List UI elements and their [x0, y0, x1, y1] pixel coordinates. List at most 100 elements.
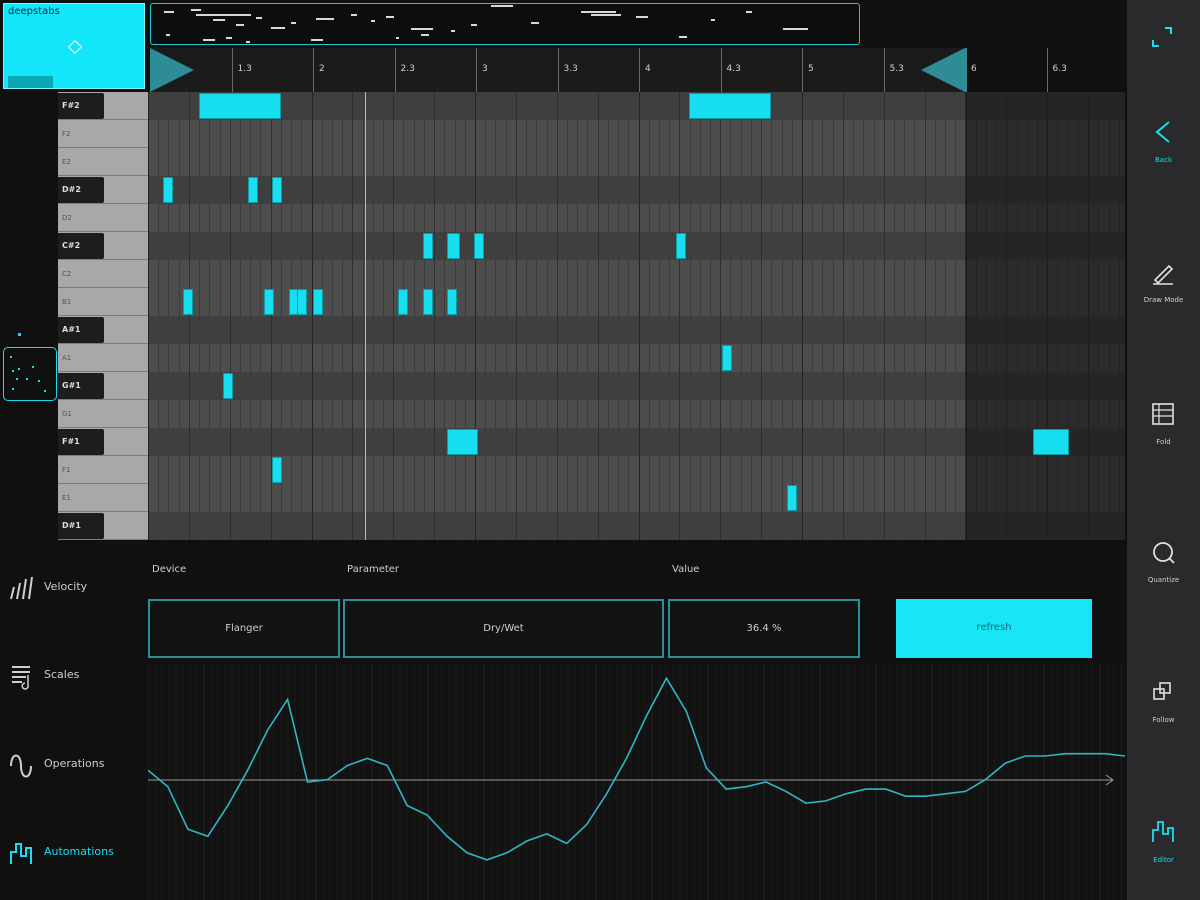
midi-note[interactable]	[447, 429, 478, 455]
ruler-label: 2.3	[400, 64, 415, 74]
note-grid[interactable]	[148, 92, 1125, 540]
grid-line	[771, 92, 772, 540]
menu-item-label: Scales	[44, 668, 80, 681]
parameter-select[interactable]: Dry/Wet	[343, 599, 664, 658]
midi-note[interactable]	[423, 233, 433, 259]
black-key-label: G#1	[62, 381, 81, 390]
piano-key[interactable]	[58, 288, 148, 316]
outside-loop-shade	[965, 92, 1125, 540]
grid-line	[679, 92, 680, 540]
grid-line	[148, 92, 149, 540]
midi-note[interactable]	[447, 289, 457, 315]
black-key[interactable]: D#2	[58, 177, 104, 203]
grid-line	[455, 92, 456, 540]
piano-key[interactable]	[58, 484, 148, 512]
grid-line	[475, 92, 476, 540]
refresh-button[interactable]: refresh	[896, 599, 1092, 658]
white-key-label: C2	[62, 270, 72, 278]
midi-note[interactable]	[163, 177, 173, 203]
grid-line	[863, 92, 864, 540]
grid-line	[383, 92, 384, 540]
automation-lane[interactable]	[148, 664, 1125, 900]
midi-note[interactable]	[183, 289, 193, 315]
menu-item-automations[interactable]: Automations	[8, 838, 148, 868]
midi-note[interactable]	[689, 93, 771, 119]
grid-line	[720, 92, 721, 540]
sidebar-editor-button[interactable]: Editor	[1127, 808, 1200, 888]
piano-key[interactable]	[58, 344, 148, 372]
playhead[interactable]	[365, 92, 366, 540]
clip-overview[interactable]	[150, 3, 860, 45]
sidebar-back-arrow-button[interactable]: Back	[1127, 108, 1200, 188]
black-key[interactable]: D#1	[58, 513, 104, 539]
value-field[interactable]: 36.4 %	[668, 599, 860, 658]
midi-note[interactable]	[313, 289, 323, 315]
midi-note[interactable]	[447, 233, 460, 259]
expand-icon	[1152, 27, 1172, 47]
midi-note[interactable]	[264, 289, 274, 315]
grid-line	[332, 92, 333, 540]
grid-line	[751, 92, 752, 540]
sidebar-expand-button[interactable]	[1127, 14, 1200, 94]
piano-key[interactable]	[58, 120, 148, 148]
piano-keyboard[interactable]: F2 E2 D2 C2 B1 A1 G1 F1 E1 F#2 D#2 C#2 A#1 G#1 F#1 D#1	[58, 92, 148, 540]
midi-note[interactable]	[722, 345, 732, 371]
white-key-label: D2	[62, 214, 72, 222]
midi-note[interactable]	[1033, 429, 1069, 455]
midi-note[interactable]	[272, 177, 282, 203]
mini-map[interactable]	[3, 347, 57, 401]
midi-note[interactable]	[248, 177, 258, 203]
midi-note[interactable]	[787, 485, 797, 511]
grid-line	[465, 92, 466, 540]
midi-note[interactable]	[676, 233, 686, 259]
midi-note[interactable]	[474, 233, 484, 259]
sidebar-pencil-button[interactable]: Draw Mode	[1127, 248, 1200, 328]
mini-map-top-dot	[18, 333, 21, 336]
grid-line	[639, 92, 640, 540]
midi-note[interactable]	[398, 289, 408, 315]
device-select[interactable]: Flanger	[148, 599, 340, 658]
clip-thumbnail[interactable]: deepstabs	[3, 3, 145, 89]
grid-line	[158, 92, 159, 540]
midi-note[interactable]	[423, 289, 433, 315]
black-key[interactable]: F#2	[58, 93, 104, 119]
scales-icon	[12, 666, 30, 690]
black-key-label: F#2	[62, 101, 80, 110]
menu-item-scales[interactable]: Scales	[8, 661, 148, 691]
grid-line	[403, 92, 404, 540]
piano-key[interactable]	[58, 260, 148, 288]
black-key[interactable]: A#1	[58, 317, 104, 343]
black-key[interactable]: F#1	[58, 429, 104, 455]
ruler-tick	[720, 48, 722, 92]
ruler-label: 6.3	[1052, 64, 1067, 74]
grid-line	[424, 92, 425, 540]
grid-line	[904, 92, 905, 540]
midi-note[interactable]	[223, 373, 233, 399]
menu-item-velocity[interactable]: Velocity	[8, 573, 148, 603]
grid-line	[874, 92, 875, 540]
menu-item-operations[interactable]: Operations	[8, 750, 148, 780]
grid-line	[342, 92, 343, 540]
black-key[interactable]: G#1	[58, 373, 104, 399]
piano-key[interactable]	[58, 148, 148, 176]
right-sidebar: Back Draw Mode Fold Quantize Follow Editor	[1127, 0, 1200, 900]
midi-note[interactable]	[199, 93, 281, 119]
grid-line	[945, 92, 946, 540]
grid-line	[598, 92, 599, 540]
grid-line	[577, 92, 578, 540]
operations-icon	[10, 754, 32, 778]
midi-note[interactable]	[297, 289, 307, 315]
black-key[interactable]: C#2	[58, 233, 104, 259]
grid-line	[506, 92, 507, 540]
piano-key[interactable]	[58, 456, 148, 484]
sidebar-fold-button[interactable]: Fold	[1127, 390, 1200, 470]
midi-note[interactable]	[272, 457, 282, 483]
loop-start-marker[interactable]	[150, 48, 194, 92]
loop-end-marker[interactable]	[921, 48, 965, 92]
ruler-tick	[394, 48, 396, 92]
grid-line	[761, 92, 762, 540]
sidebar-quantize-button[interactable]: Quantize	[1127, 528, 1200, 608]
sidebar-follow-button[interactable]: Follow	[1127, 668, 1200, 748]
value-readout: 36.4 %	[746, 623, 782, 634]
white-key-label: G1	[62, 410, 72, 418]
